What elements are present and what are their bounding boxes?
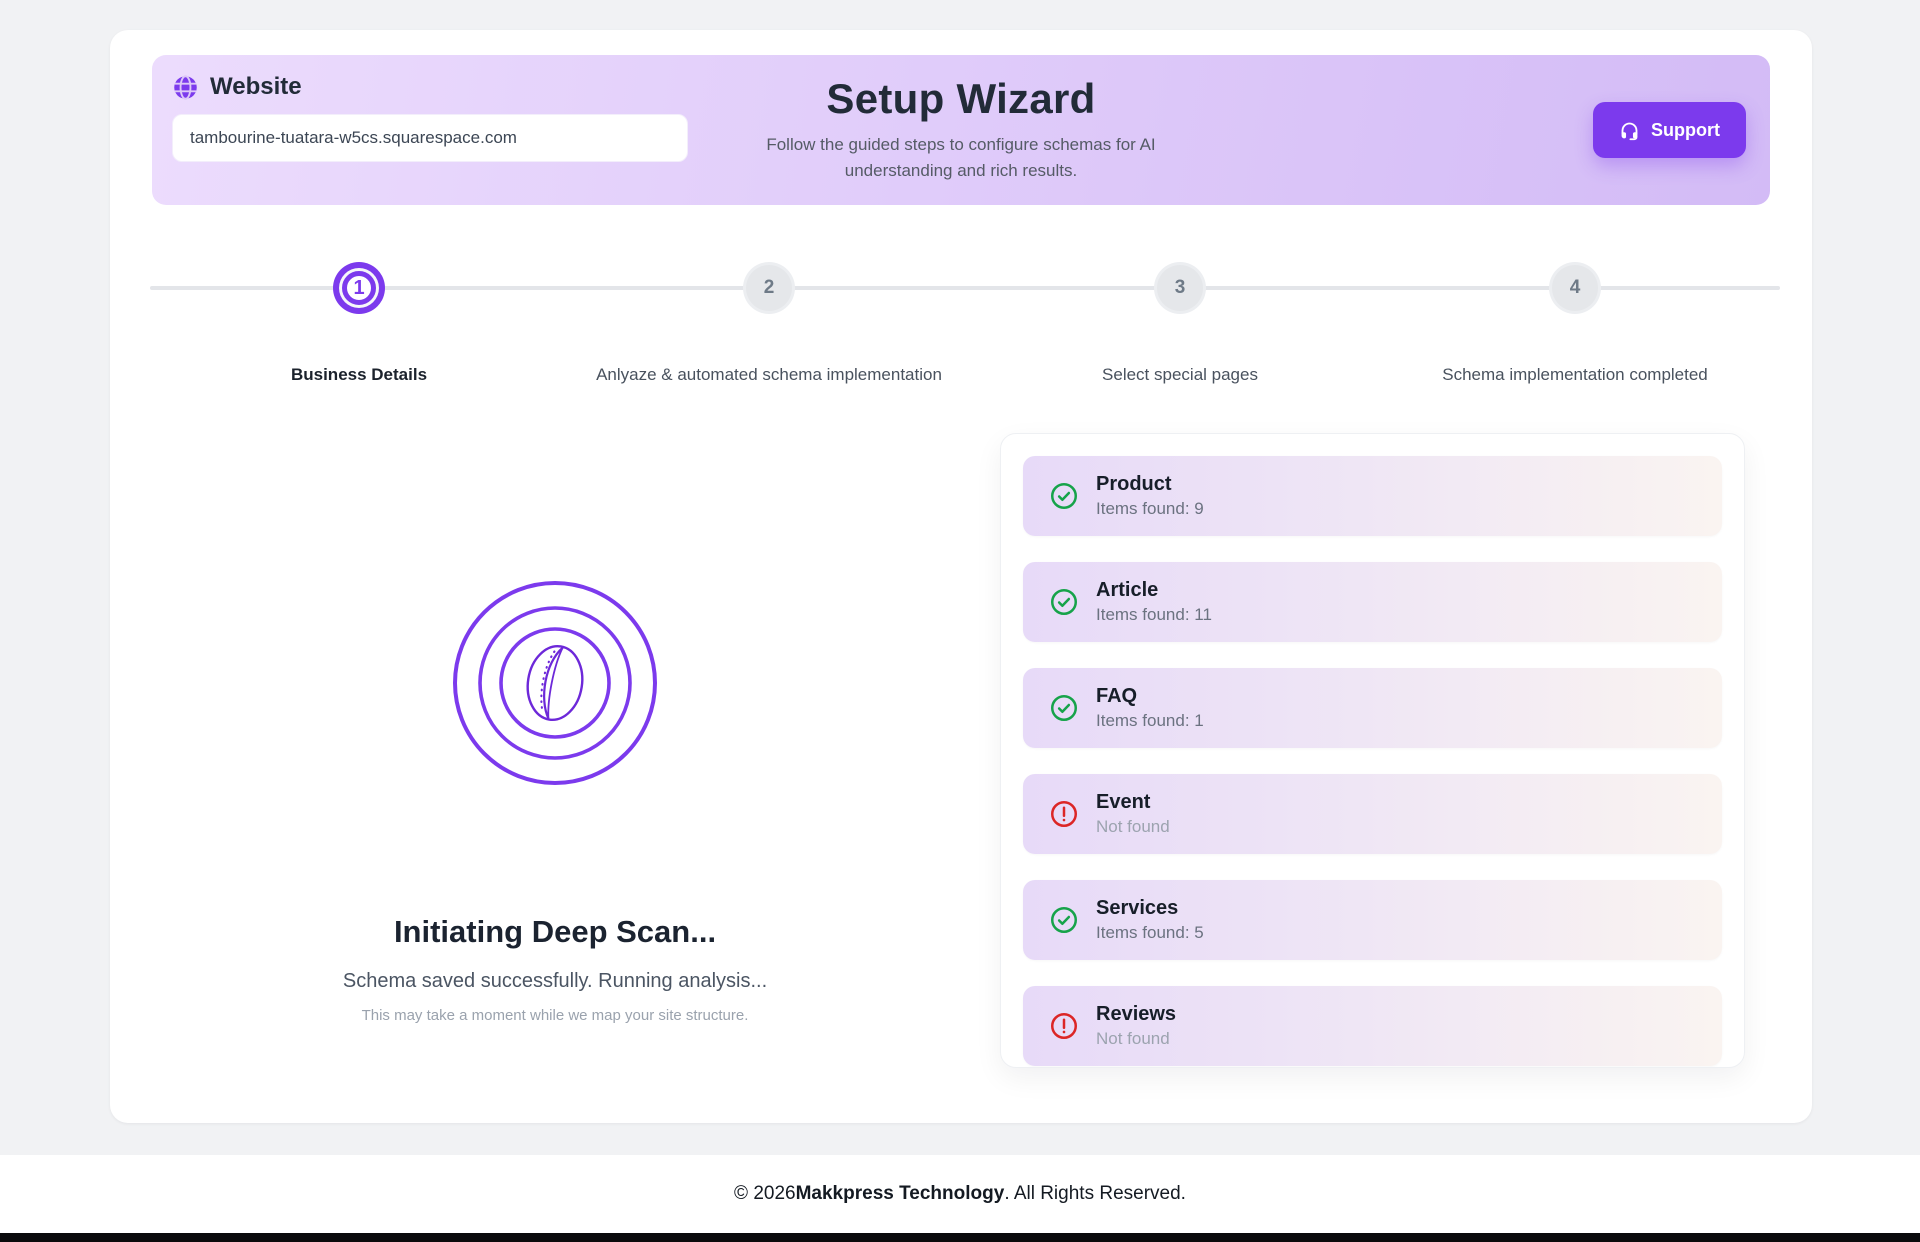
- result-card-reviews: Reviews Not found: [1023, 986, 1722, 1066]
- result-card-services: Services Items found: 5: [1023, 880, 1722, 960]
- step-label-analyze-schema: Anlyaze & automated schema implementatio…: [596, 365, 942, 385]
- result-card-event: Event Not found: [1023, 774, 1722, 854]
- bottom-bar: [0, 1233, 1920, 1242]
- step-label-completed: Schema implementation completed: [1442, 365, 1708, 385]
- check-circle-icon: [1049, 905, 1079, 935]
- result-card-product: Product Items found: 9: [1023, 456, 1722, 536]
- step-circle-1: 1: [342, 271, 376, 305]
- support-button[interactable]: Support: [1593, 102, 1746, 158]
- result-title: FAQ: [1096, 685, 1204, 708]
- scan-status-text: Schema saved successfully. Running analy…: [343, 970, 767, 993]
- header-panel: Website Setup Wizard Follow the guided s…: [152, 55, 1770, 205]
- website-label: Website: [210, 73, 302, 101]
- page-subtitle: Follow the guided steps to configure sch…: [739, 132, 1184, 183]
- step-circle-2: 2: [746, 265, 792, 311]
- result-card-faq: FAQ Items found: 1: [1023, 668, 1722, 748]
- step-number: 1: [353, 277, 364, 300]
- scan-note-text: This may take a moment while we map your…: [362, 1007, 749, 1024]
- result-title: Article: [1096, 579, 1212, 602]
- setup-wizard-card: Website Setup Wizard Follow the guided s…: [110, 30, 1812, 1123]
- result-status: Not found: [1096, 1029, 1176, 1049]
- result-status: Items found: 1: [1096, 711, 1204, 731]
- brand-name: Makkpress Technology: [796, 1183, 1005, 1205]
- step-circle-3: 3: [1157, 265, 1203, 311]
- result-status: Items found: 9: [1096, 499, 1204, 519]
- result-title: Reviews: [1096, 1003, 1176, 1026]
- footer: © 2026 Makkpress Technology. All Rights …: [0, 1155, 1920, 1233]
- step-label-business-details: Business Details: [291, 365, 427, 385]
- alert-circle-icon: [1049, 1011, 1079, 1041]
- step-label-special-pages: Select special pages: [1102, 365, 1258, 385]
- radar-globe-graphic: [420, 548, 690, 818]
- scan-heading: Initiating Deep Scan...: [394, 914, 716, 950]
- step-number: 4: [1570, 277, 1581, 299]
- step-number: 3: [1175, 277, 1186, 299]
- step-number: 2: [764, 277, 775, 299]
- result-card-article: Article Items found: 11: [1023, 562, 1722, 642]
- page-title: Setup Wizard: [651, 75, 1271, 123]
- result-title: Product: [1096, 473, 1204, 496]
- globe-icon: [172, 74, 199, 101]
- headset-icon: [1619, 120, 1640, 141]
- result-title: Event: [1096, 791, 1170, 814]
- website-input[interactable]: [172, 114, 688, 162]
- copyright-suffix: . All Rights Reserved.: [1004, 1183, 1186, 1205]
- schema-results-panel: Product Items found: 9 Article Items fou…: [1000, 433, 1745, 1068]
- support-button-label: Support: [1651, 120, 1720, 141]
- alert-circle-icon: [1049, 799, 1079, 829]
- website-block: Website: [172, 73, 688, 162]
- header-center: Setup Wizard Follow the guided steps to …: [651, 75, 1271, 183]
- result-status: Items found: 11: [1096, 605, 1212, 625]
- check-circle-icon: [1049, 481, 1079, 511]
- check-circle-icon: [1049, 693, 1079, 723]
- result-status: Not found: [1096, 817, 1170, 837]
- result-title: Services: [1096, 897, 1204, 920]
- stepper-connector-line: [150, 286, 1780, 290]
- check-circle-icon: [1049, 587, 1079, 617]
- step-circle-4: 4: [1552, 265, 1598, 311]
- copyright-prefix: © 2026: [734, 1183, 796, 1205]
- result-status: Items found: 5: [1096, 923, 1204, 943]
